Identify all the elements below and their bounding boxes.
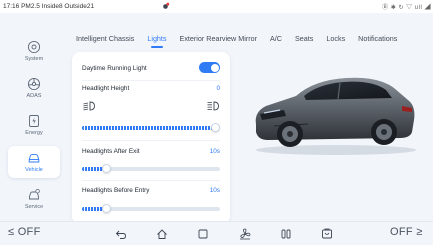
slider-fill <box>82 126 220 130</box>
after-exit-value: 10s <box>209 148 220 155</box>
tab-ac[interactable]: A/C <box>270 34 282 43</box>
headlight-height-slider[interactable] <box>82 123 220 132</box>
left-temperature-control[interactable]: ≤ OFF <box>8 226 41 238</box>
system-icon <box>27 40 41 54</box>
sidebar-item-energy[interactable]: Energy <box>8 109 60 141</box>
sidebar-item-system[interactable]: System <box>8 35 60 67</box>
bottom-control-bar: ≤ OFF OFF ≥ <box>0 221 433 245</box>
tab-locks[interactable]: Locks <box>326 34 345 43</box>
sidebar: System ADAS Energy Vehicle Service <box>0 13 66 221</box>
sidebar-item-label: System <box>24 56 44 62</box>
before-entry-value: 10s <box>209 187 220 194</box>
headlight-high-icon <box>207 101 219 111</box>
energy-icon <box>29 115 39 127</box>
recent-apps-icon[interactable] <box>197 228 209 240</box>
car-image <box>255 77 416 155</box>
slider-thumb[interactable] <box>102 164 111 173</box>
divider <box>82 180 220 181</box>
sidebar-item-label: ADAS <box>26 93 42 99</box>
slider-thumb[interactable] <box>102 204 111 213</box>
tab-exterior-rearview-mirror[interactable]: Exterior Rearview Mirror <box>180 34 257 43</box>
before-entry-slider[interactable] <box>82 204 220 213</box>
sidebar-item-service[interactable]: Service <box>8 183 60 215</box>
tab-seats[interactable]: Seats <box>295 34 313 43</box>
status-icons: Ⓑ ✱ ↻ ▽ ull ◢ <box>382 5 431 11</box>
adas-icon <box>27 77 41 91</box>
notification-dot-icon <box>163 2 170 9</box>
fan-icon[interactable] <box>239 228 251 240</box>
seat-icon[interactable] <box>280 228 292 240</box>
settings-tabs: Intelligent Chassis Lights Exterior Rear… <box>66 28 406 48</box>
slider-thumb[interactable] <box>211 123 220 132</box>
tab-intelligent-chassis[interactable]: Intelligent Chassis <box>76 34 134 43</box>
back-icon[interactable] <box>115 228 127 240</box>
home-icon[interactable] <box>156 228 168 240</box>
tab-lights[interactable]: Lights <box>147 34 167 48</box>
headlight-low-icon <box>83 101 95 111</box>
vehicle-icon <box>28 154 40 163</box>
headlight-height-value: 0 <box>216 85 220 92</box>
toggle-knob <box>210 63 219 72</box>
before-entry-label: Headlights Before Entry <box>82 187 150 194</box>
lights-settings-panel: Daytime Running Light Headlight Height 0… <box>72 52 230 224</box>
sidebar-item-label: Vehicle <box>25 167 43 173</box>
drl-toggle[interactable] <box>199 62 220 73</box>
tab-notifications[interactable]: Notifications <box>358 34 397 43</box>
sidebar-item-adas[interactable]: ADAS <box>8 72 60 104</box>
divider <box>82 140 220 141</box>
after-exit-label: Headlights After Exit <box>82 148 140 155</box>
drl-label: Daytime Running Light <box>82 65 147 72</box>
status-bar: 17:16 PM2.5 Inside8 Outside21 Ⓑ ✱ ↻ ▽ ul… <box>0 0 433 13</box>
sidebar-item-label: Service <box>24 204 44 210</box>
media-icon[interactable] <box>321 228 333 240</box>
service-icon <box>29 189 40 200</box>
right-temperature-control[interactable]: OFF ≥ <box>390 226 423 238</box>
status-text: 17:16 PM2.5 Inside8 Outside21 <box>3 3 95 10</box>
after-exit-slider[interactable] <box>82 164 220 173</box>
sidebar-item-label: Energy <box>25 130 43 136</box>
headlight-height-label: Headlight Height <box>82 85 130 92</box>
divider <box>82 80 220 81</box>
sidebar-item-vehicle[interactable]: Vehicle <box>8 146 60 178</box>
